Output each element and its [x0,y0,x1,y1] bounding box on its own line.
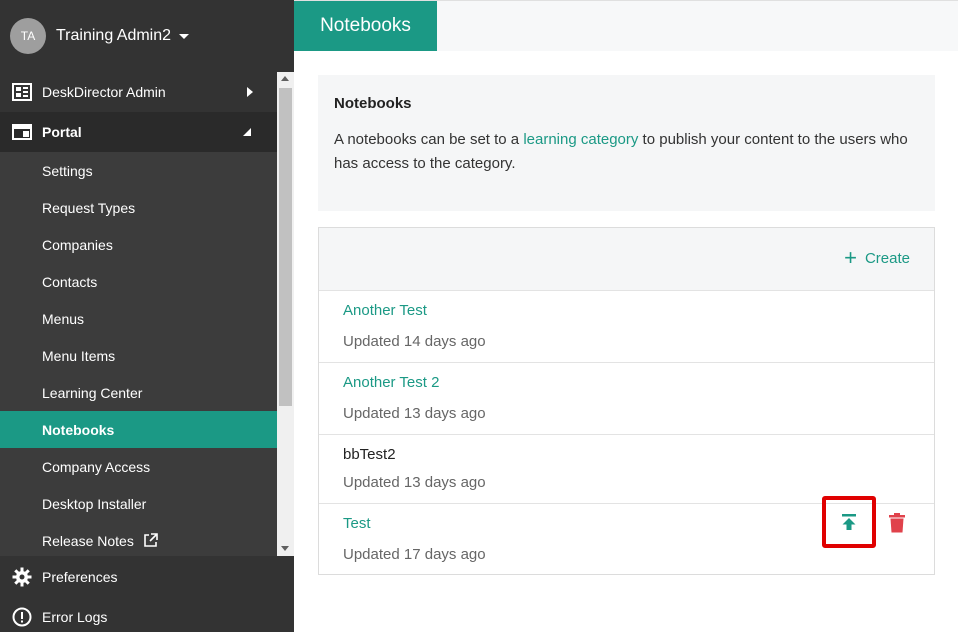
sidebar-item-label: Contacts [42,273,98,290]
sidebar-item-learning-center[interactable]: Learning Center [0,374,277,411]
avatar: TA [10,18,46,54]
sidebar-item-error-logs[interactable]: Error Logs [0,597,294,632]
scroll-down-icon[interactable] [281,546,289,551]
info-panel: Notebooks A notebooks can be set to a le… [318,75,935,211]
alert-circle-icon [12,607,32,627]
page-title-tab[interactable]: Notebooks [294,1,437,51]
publish-button[interactable] [822,496,876,548]
scroll-up-icon[interactable] [281,76,289,81]
updated-text: Updated 14 days ago [343,333,486,350]
sidebar-item-label: Learning Center [42,384,143,401]
notebook-name-link[interactable]: Test [343,515,371,532]
create-button[interactable]: + Create [844,245,910,270]
notebook-name: bbTest2 [343,446,396,463]
publish-icon [842,514,856,530]
chevron-down-icon [179,33,190,39]
sidebar-item-deskdirector-admin[interactable]: DeskDirector Admin [0,72,277,112]
updated-text: Updated 17 days ago [343,546,486,563]
user-menu[interactable]: TA Training Admin2 [0,0,294,72]
sidebar-item-menus[interactable]: Menus [0,300,277,337]
sidebar-item-label: Portal [42,124,82,140]
create-label: Create [864,249,910,267]
sidebar-item-company-access[interactable]: Company Access [0,448,277,485]
info-text: A notebooks can be set to a learning cat… [334,128,919,176]
updated-text: Updated 13 days ago [343,405,486,422]
sidebar-item-label: Error Logs [42,609,108,625]
list-item[interactable]: Another Test Updated 14 days ago [319,290,934,362]
sidebar-item-label: Preferences [42,569,118,585]
user-name: Training Admin2 [56,27,172,44]
sidebar-scrollbar[interactable] [277,72,294,556]
sidebar: TA Training Admin2 DeskDirector Admin Po… [0,0,294,632]
plus-icon: + [844,245,857,270]
sidebar-item-menu-items[interactable]: Menu Items [0,337,277,374]
chevron-right-icon [247,87,253,97]
app-root: TA Training Admin2 DeskDirector Admin Po… [0,0,958,632]
sidebar-item-preferences[interactable]: Preferences [0,557,294,597]
sidebar-item-label: Desktop Installer [42,495,147,512]
portal-icon [12,122,32,142]
sidebar-item-companies[interactable]: Companies [0,226,277,263]
sidebar-item-desktop-installer[interactable]: Desktop Installer [0,485,277,522]
sidebar-item-contacts[interactable]: Contacts [0,263,277,300]
sidebar-item-label: Menu Items [42,347,116,364]
sidebar-item-settings[interactable]: Settings [0,152,277,189]
sidebar-item-label: Release Notes [42,532,134,549]
sidebar-item-label: Companies [42,236,113,253]
sidebar-item-release-notes[interactable]: Release Notes [0,522,277,556]
notebook-name-link[interactable]: Another Test 2 [343,374,439,391]
sidebar-nav: DeskDirector Admin Portal Settings Reque… [0,72,277,556]
list-header: + Create [319,228,934,290]
chevron-expanded-icon [243,128,251,136]
notebook-name-link[interactable]: Another Test [343,302,427,319]
learning-category-link[interactable]: learning category [523,131,638,148]
sidebar-item-label: Menus [42,310,85,327]
info-title: Notebooks [334,95,412,112]
list-item[interactable]: Another Test 2 Updated 13 days ago [319,362,934,434]
sidebar-item-label: Notebooks [42,421,115,438]
scroll-thumb[interactable] [279,88,292,406]
sidebar-item-label: Request Types [42,199,136,216]
notebook-list: + Create Another Test Updated 14 days ag… [318,227,935,575]
sidebar-item-label: DeskDirector Admin [42,84,166,100]
updated-text: Updated 13 days ago [343,474,486,491]
trash-icon[interactable] [888,513,906,533]
gear-icon [12,567,32,587]
dashboard-icon [12,82,32,102]
info-text-before: A notebooks can be set to a [334,131,524,148]
list-item[interactable]: bbTest2 Updated 13 days ago [319,434,934,503]
sidebar-item-request-types[interactable]: Request Types [0,189,277,226]
sidebar-item-label: Company Access [42,458,151,475]
top-bar: Notebooks [294,0,958,51]
sidebar-item-notebooks[interactable]: Notebooks [0,411,277,448]
external-link-icon [143,533,158,548]
sidebar-item-label: Settings [42,162,93,179]
sidebar-item-portal[interactable]: Portal [0,112,277,152]
main-content: Notebooks Notebooks A notebooks can be s… [294,0,958,632]
